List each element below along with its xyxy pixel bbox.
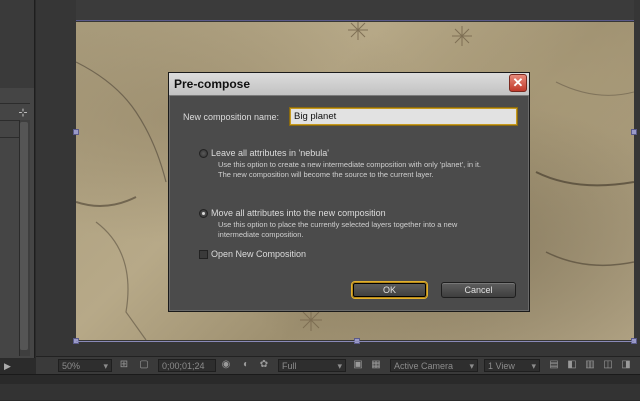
zoom-value: 50% [62, 361, 81, 371]
leave-attributes-label[interactable]: Leave all attributes in 'nebula' [211, 147, 329, 159]
move-attributes-desc: intermediate composition. [218, 230, 304, 239]
flowchart-icon[interactable]: ⊹ [15, 106, 31, 120]
toggle-pixel-icon[interactable]: ▤ [548, 359, 560, 371]
leave-attributes-radio[interactable] [199, 149, 208, 158]
move-attributes-radio[interactable] [199, 209, 208, 218]
chevron-down-icon: ▾ [469, 361, 474, 371]
move-attributes-desc: Use this option to place the currently s… [218, 220, 458, 229]
fast-previews-icon[interactable]: ◧ [566, 359, 578, 371]
resolution-value: Full [282, 361, 297, 371]
color-channels-icon[interactable]: ✿ [258, 359, 270, 371]
flowchart-view-icon[interactable]: ◫ [602, 359, 614, 371]
dialog-title: Pre-compose [174, 77, 251, 91]
exposure-icon[interactable]: ◨ [620, 359, 632, 371]
composition-name-input[interactable] [290, 108, 517, 125]
move-attributes-label[interactable]: Move all attributes into the new composi… [211, 207, 386, 219]
mask-outline [76, 341, 634, 342]
ok-button[interactable]: OK [352, 282, 427, 298]
composition-name-label: New composition name: [183, 112, 280, 122]
close-icon: ✕ [512, 75, 524, 90]
show-snapshot-icon[interactable]: ◐ [240, 359, 252, 371]
grid-icon[interactable]: ⊞ [118, 359, 130, 371]
play-arrow-icon[interactable]: ▶ [4, 361, 12, 371]
layer-row[interactable] [0, 103, 30, 104]
region-of-interest-icon[interactable]: ▣ [352, 359, 364, 371]
views-value: 1 View [488, 361, 515, 371]
mask-handle[interactable] [631, 129, 637, 135]
zoom-select[interactable]: 50% ▾ [58, 359, 112, 372]
mask-handle[interactable] [73, 129, 79, 135]
safe-zone-icon[interactable]: ▢ [138, 359, 150, 371]
cancel-button[interactable]: Cancel [441, 282, 516, 298]
camera-select[interactable]: Active Camera ▾ [390, 359, 478, 372]
scrollbar-thumb[interactable] [20, 122, 28, 350]
chevron-down-icon: ▾ [337, 361, 342, 371]
transparency-grid-icon[interactable]: ▦ [370, 359, 382, 371]
snapshot-icon[interactable]: ◉ [220, 359, 232, 371]
open-new-composition-label[interactable]: Open New Composition [211, 248, 306, 260]
timeline-icon[interactable]: ▥ [584, 359, 596, 371]
star-sparkle [452, 26, 472, 46]
viewer-top-area [76, 0, 634, 21]
open-new-composition-checkbox[interactable] [199, 250, 208, 259]
close-button[interactable]: ✕ [509, 74, 527, 92]
star-sparkle [300, 309, 322, 331]
leave-attributes-desc: Use this option to create a new intermed… [218, 160, 482, 169]
timecode-value: 0;00;01;24 [162, 361, 205, 371]
timeline-header [0, 384, 640, 400]
chevron-down-icon: ▾ [531, 361, 536, 371]
star-sparkle [348, 22, 368, 40]
chevron-down-icon: ▾ [103, 361, 108, 371]
leave-attributes-desc: The new composition will become the sour… [218, 170, 434, 179]
views-select[interactable]: 1 View ▾ [484, 359, 540, 372]
timecode-field[interactable]: 0;00;01;24 [158, 359, 216, 372]
camera-value: Active Camera [394, 361, 454, 371]
resolution-select[interactable]: Full ▾ [278, 359, 346, 372]
